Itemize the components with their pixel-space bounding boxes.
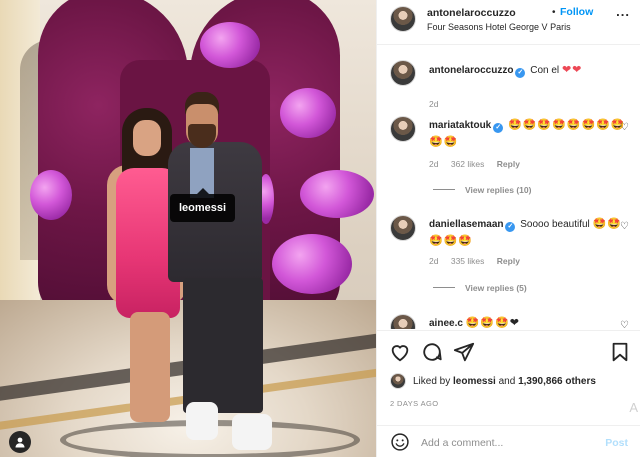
heart-icon[interactable] <box>389 341 411 363</box>
orchid-cluster <box>272 234 352 294</box>
liked-by-prefix: Liked by <box>413 376 451 387</box>
view-replies-button[interactable]: View replies (5) <box>433 283 527 293</box>
avatar[interactable] <box>390 116 416 142</box>
add-comment-bar: Add a comment... Post <box>377 425 640 457</box>
share-icon[interactable] <box>453 341 475 363</box>
verified-icon: ✓ <box>505 222 516 232</box>
view-replies-button[interactable]: View replies (10) <box>433 185 531 195</box>
comment-like-heart-icon[interactable]: ♡ <box>620 320 629 329</box>
comment: daniellasemaan ✓ Soooo beautiful 🤩🤩🤩🤩🤩 2d… <box>377 213 640 303</box>
avatar[interactable] <box>390 6 416 32</box>
orchid-cluster <box>300 170 374 218</box>
orchid-cluster <box>30 170 72 220</box>
post-details-panel: antonelaroccuzzo • Follow Four Seasons H… <box>376 0 640 457</box>
post-header: antonelaroccuzzo • Follow Four Seasons H… <box>377 0 640 45</box>
comment-icon[interactable] <box>421 341 443 363</box>
comment-username[interactable]: daniellasemaan <box>429 219 503 230</box>
user-tag-label[interactable]: leomessi <box>170 188 236 222</box>
separator-dot: • <box>552 7 556 18</box>
comment-time: 2d <box>429 159 439 169</box>
post-actions <box>377 330 640 370</box>
comment-like-heart-icon[interactable]: ♡ <box>620 221 629 232</box>
post-photo[interactable]: leomessi <box>0 0 376 457</box>
verified-icon: ✓ <box>515 68 526 78</box>
comment-likes[interactable]: 335 likes <box>451 256 485 266</box>
comments-list[interactable]: antonelaroccuzzo ✓ Con el ❤❤ 2d mariatakt… <box>377 46 640 329</box>
caption-text: Con el <box>530 65 560 76</box>
emoji-icon[interactable] <box>390 432 410 452</box>
avatar[interactable] <box>390 215 416 241</box>
comment: ainee.c 🤩🤩🤩❤ ♡ <box>377 312 640 329</box>
reply-button[interactable]: Reply <box>497 159 520 169</box>
comment-likes[interactable]: 362 likes <box>451 159 485 169</box>
follow-button[interactable]: Follow <box>560 6 593 18</box>
orchid-cluster <box>280 88 336 138</box>
avatar[interactable] <box>390 60 416 86</box>
comment-username[interactable]: ainee.c <box>429 318 463 329</box>
liked-by: Liked by leomessi and 1,390,866 others <box>377 372 640 392</box>
likes-count[interactable]: 1,390,866 others <box>518 376 596 387</box>
comment-time: 2d <box>429 256 439 266</box>
comment-like-heart-icon[interactable]: ♡ <box>620 122 629 133</box>
verified-icon: ✓ <box>493 123 504 133</box>
comment: mariataktouk ✓ 🤩🤩🤩🤩🤩🤩🤩🤩🤩🤩 2d 362 likes Re… <box>377 114 640 204</box>
caption: antonelaroccuzzo ✓ Con el ❤❤ 2d <box>377 58 640 109</box>
post-comment-button[interactable]: Post <box>605 437 628 449</box>
author-username[interactable]: antonelaroccuzzo <box>427 7 516 19</box>
avatar[interactable] <box>390 373 406 389</box>
comment-input[interactable]: Add a comment... <box>421 437 503 449</box>
bookmark-icon[interactable] <box>609 341 631 363</box>
more-options-icon[interactable]: ... <box>616 4 630 19</box>
reply-button[interactable]: Reply <box>497 256 520 266</box>
liked-by-and: and <box>498 376 516 387</box>
liked-by-user[interactable]: leomessi <box>453 376 496 387</box>
orchid-cluster <box>200 22 260 68</box>
comment-username[interactable]: mariataktouk <box>429 120 491 131</box>
post-date[interactable]: 2 DAYS AGO <box>390 399 438 408</box>
caption-time: 2d <box>429 99 439 109</box>
user-tag-icon[interactable] <box>9 431 31 453</box>
caption-username[interactable]: antonelaroccuzzo <box>429 65 513 76</box>
caption-emojis: ❤❤ <box>561 64 583 76</box>
avatar[interactable] <box>390 314 416 329</box>
comment-emojis: 🤩🤩🤩❤ <box>465 317 521 329</box>
side-letter: A <box>629 400 638 415</box>
location-link[interactable]: Four Seasons Hotel George V Paris <box>427 22 571 32</box>
comment-text: Soooo beautiful <box>520 219 590 230</box>
